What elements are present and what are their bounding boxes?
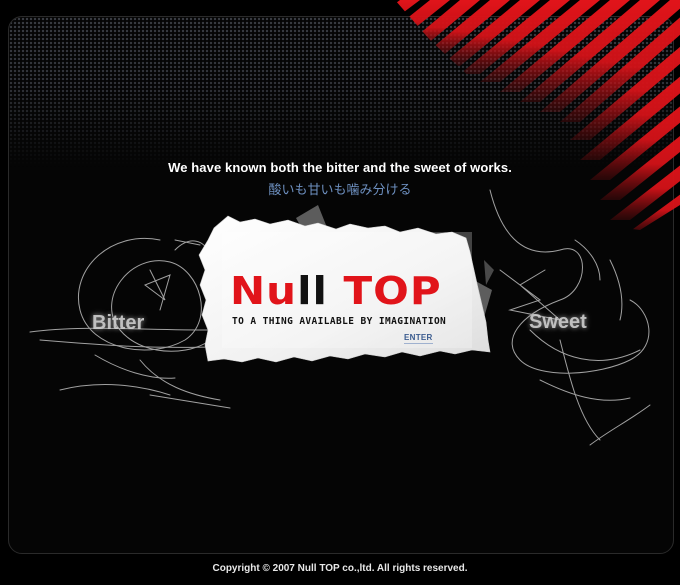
logo-part-c: TOP bbox=[343, 268, 442, 314]
splash-page: We have known both the bitter and the sw… bbox=[0, 0, 680, 585]
logo-part-b: ll bbox=[297, 268, 344, 314]
bitter-label: Bitter bbox=[92, 312, 145, 334]
tagline-english: We have known both the bitter and the sw… bbox=[168, 160, 512, 175]
sweet-label: Sweet bbox=[529, 311, 587, 333]
tagline-japanese: 酸いも甘いも噛み分ける bbox=[268, 183, 412, 198]
logo-tagline: TO A THING AVAILABLE BY IMAGINATION bbox=[232, 316, 447, 327]
copyright-footer: Copyright © 2007 Null TOP co.,ltd. All r… bbox=[212, 563, 468, 574]
logo-part-a: Nu bbox=[230, 268, 298, 314]
logo-wordmark: Null TOP bbox=[230, 272, 442, 311]
enter-link[interactable]: ENTER bbox=[404, 333, 433, 344]
